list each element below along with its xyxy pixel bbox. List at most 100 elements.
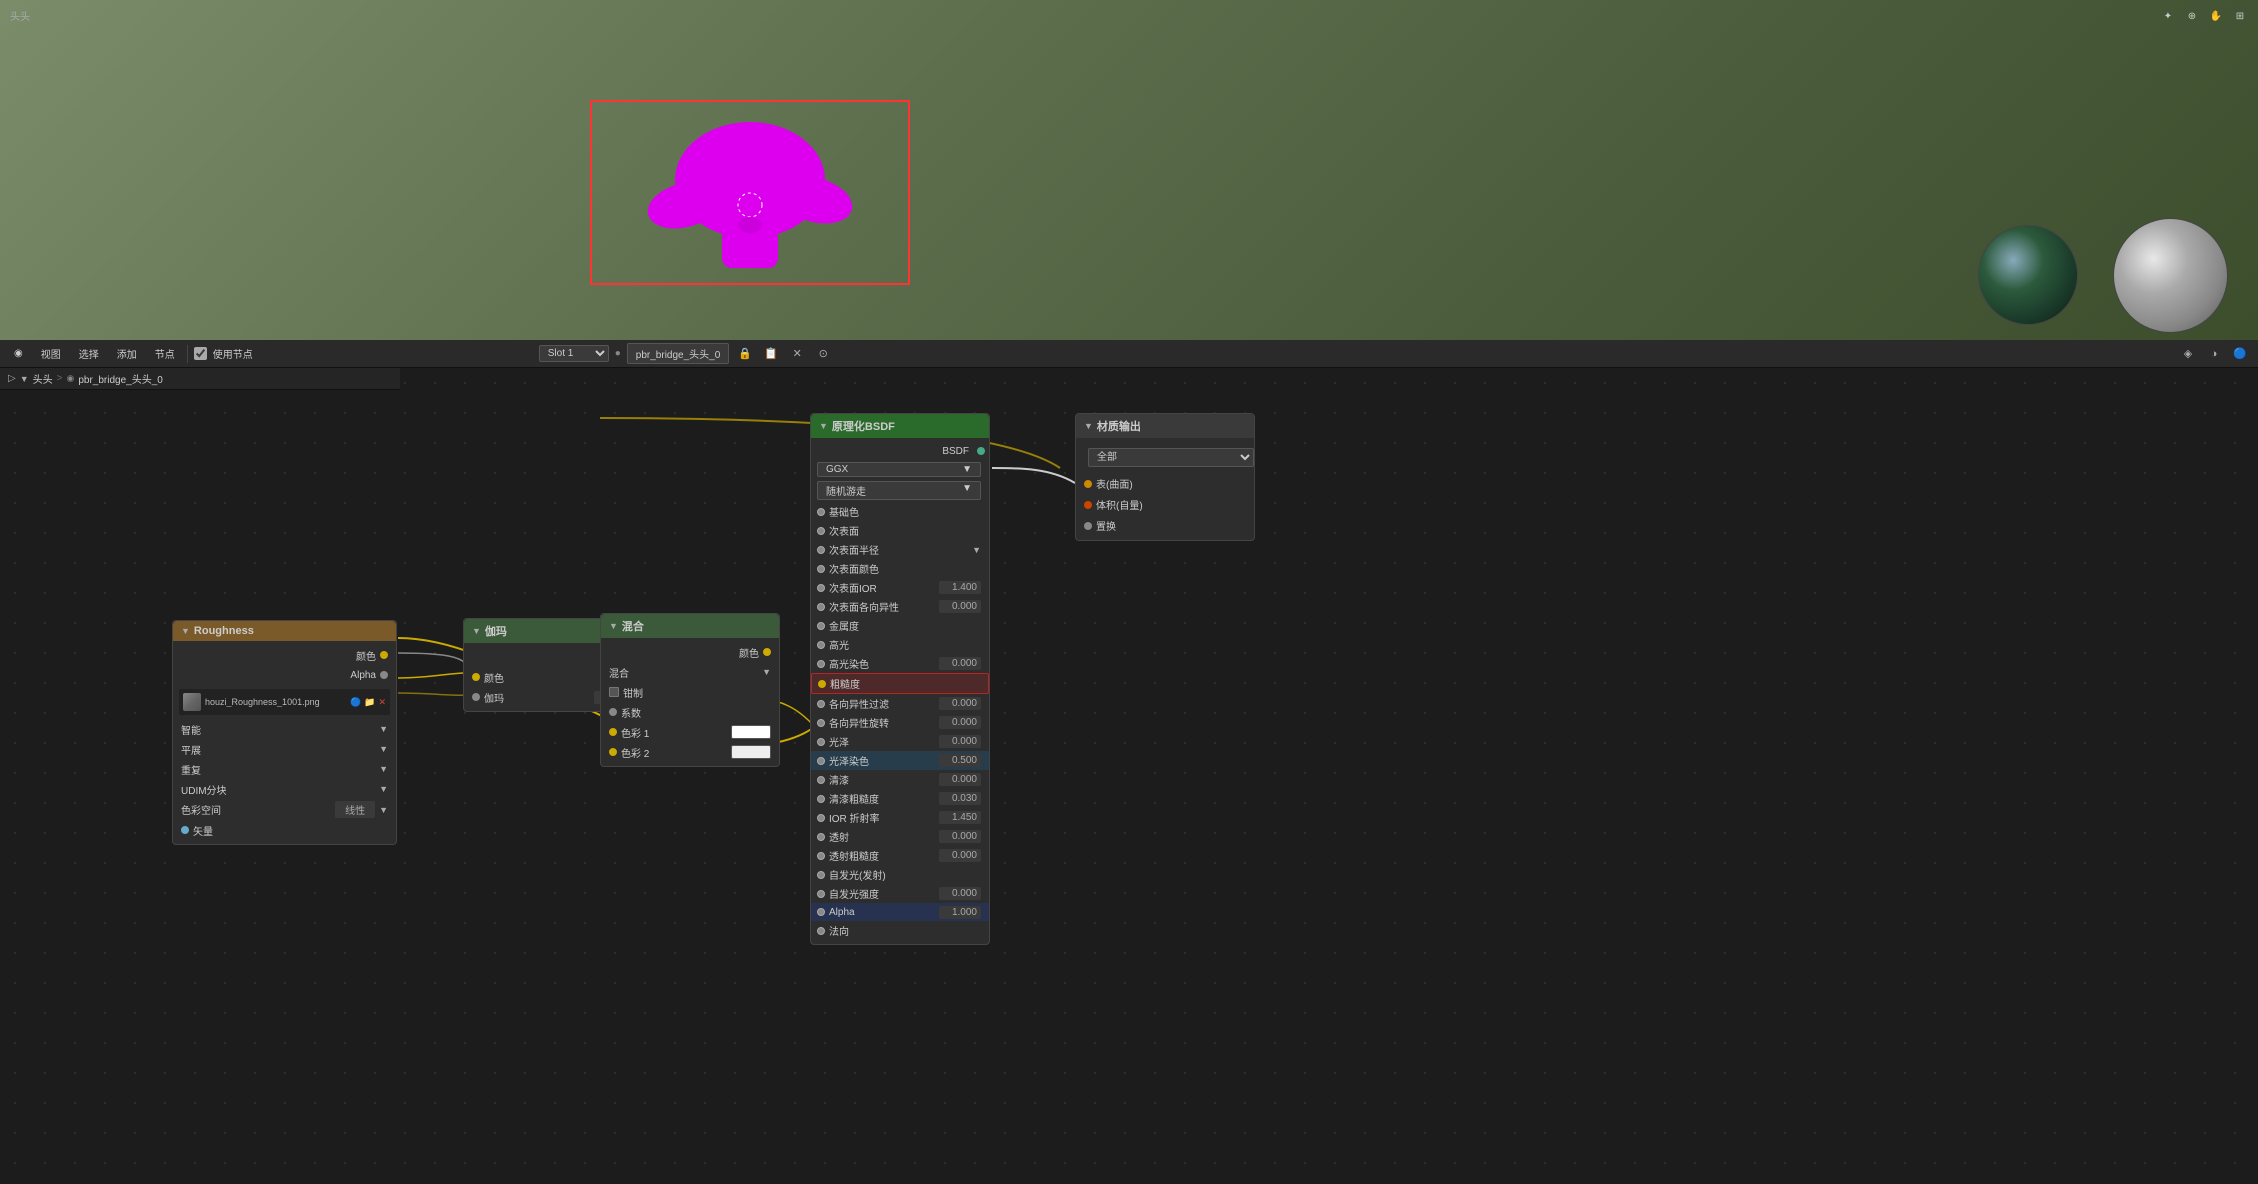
bsdf-aniso-value[interactable]: 0.000 <box>939 697 981 710</box>
roughness-collapse-arrow[interactable]: ▼ <box>181 626 190 636</box>
roughness-smart-arrow[interactable]: ▼ <box>379 724 388 734</box>
gamma-collapse-arrow[interactable]: ▼ <box>472 626 481 636</box>
bsdf-clearcoatrough-socket[interactable] <box>817 795 825 803</box>
bsdf-subsurface-socket[interactable] <box>817 527 825 535</box>
bsdf-metallic-socket[interactable] <box>817 622 825 630</box>
bsdf-sheentint-value[interactable]: 0.500 <box>939 754 981 767</box>
bsdf-roughness-socket[interactable] <box>818 680 826 688</box>
matout-volume-socket[interactable] <box>1084 501 1092 509</box>
roughness-flat-arrow[interactable]: ▼ <box>379 744 388 754</box>
bsdf-alpha-socket[interactable] <box>817 908 825 916</box>
bsdf-sheen-socket[interactable] <box>817 738 825 746</box>
toolbar-select-btn[interactable]: 选择 <box>73 344 105 363</box>
bsdf-speculartint-socket[interactable] <box>817 660 825 668</box>
sssradius-arrow[interactable]: ▼ <box>972 545 981 555</box>
material-output-header[interactable]: ▼ 材质输出 <box>1076 414 1254 438</box>
bsdf-anisorot-value[interactable]: 0.000 <box>939 716 981 729</box>
roughness-udim-arrow[interactable]: ▼ <box>379 784 388 794</box>
matout-collapse-arrow[interactable]: ▼ <box>1084 421 1093 431</box>
bsdf-ior-socket[interactable] <box>817 814 825 822</box>
bsdf-emissionstrength-value[interactable]: 0.000 <box>939 887 981 900</box>
mix-type-arrow[interactable]: ▼ <box>762 667 771 677</box>
bsdf-ior-value[interactable]: 1.450 <box>939 811 981 824</box>
mix-factor-socket[interactable] <box>609 708 617 716</box>
roughness-pin-icon[interactable]: 🔵 <box>350 697 361 708</box>
bsdf-transrough-socket[interactable] <box>817 852 825 860</box>
bsdf-sheen-value[interactable]: 0.000 <box>939 735 981 748</box>
roughness-close-icon[interactable]: ✕ <box>378 697 386 708</box>
roughness-alpha-socket[interactable] <box>380 671 388 679</box>
bsdf-sssior-socket[interactable] <box>817 584 825 592</box>
breadcrumb-head[interactable]: 头头 <box>33 371 53 386</box>
bsdf-sssaniso-value[interactable]: 0.000 <box>939 600 981 613</box>
bsdf-roughness-row[interactable]: 粗糙度 <box>811 673 989 694</box>
slot-select[interactable]: Slot 1 <box>539 345 609 362</box>
roughness-repeat-arrow[interactable]: ▼ <box>379 764 388 774</box>
viewport-icon-2[interactable]: ⊕ <box>2184 8 2200 24</box>
roughness-colorspace-arrow[interactable]: ▼ <box>379 805 388 815</box>
viewport-icon-1[interactable]: ✦ <box>2160 8 2176 24</box>
roughness-node-header[interactable]: ▼ Roughness <box>173 621 396 641</box>
overlay-btn[interactable]: ◈ <box>2178 344 2198 364</box>
bsdf-sheentint-socket[interactable] <box>817 757 825 765</box>
bsdf-normal-socket[interactable] <box>817 927 825 935</box>
lock-btn[interactable]: 🔵 <box>2230 344 2250 364</box>
bsdf-collapse-arrow[interactable]: ▼ <box>819 421 828 431</box>
gamma-value-socket[interactable] <box>472 693 480 701</box>
use-nodes-checkbox[interactable] <box>194 347 207 360</box>
matout-displace-socket[interactable] <box>1084 522 1092 530</box>
bsdf-distribution-select[interactable]: GGX ▼ <box>817 462 981 477</box>
bsdf-basecolor-socket[interactable] <box>817 508 825 516</box>
bsdf-speculartint-value[interactable]: 0.000 <box>939 657 981 670</box>
viewport-shade-btn[interactable]: ◑ <box>2204 344 2224 364</box>
bsdf-output-socket[interactable] <box>977 447 985 455</box>
toolbar-pin-btn[interactable]: 📋 <box>761 344 781 364</box>
toolbar-view-btn[interactable]: 视图 <box>35 344 67 363</box>
bsdf-ssscolor-socket[interactable] <box>817 565 825 573</box>
mix-collapse-arrow[interactable]: ▼ <box>609 621 618 631</box>
roughness-folder-icon[interactable]: 📁 <box>364 697 375 708</box>
breadcrumb-material[interactable]: pbr_bridge_头头_0 <box>78 371 163 386</box>
bsdf-transrough-value[interactable]: 0.000 <box>939 849 981 862</box>
env-sphere-material[interactable] <box>2113 218 2228 333</box>
mix-color-out-socket[interactable] <box>763 648 771 656</box>
toolbar-mode-btn[interactable]: ◉ <box>8 346 29 361</box>
bsdf-aniso-socket[interactable] <box>817 700 825 708</box>
mix-color2-socket[interactable] <box>609 748 617 756</box>
bsdf-specular-socket[interactable] <box>817 641 825 649</box>
node-canvas[interactable]: ▼ Roughness 颜色 Alpha houzi_Roughness <box>0 368 2258 1184</box>
bsdf-sssradius-socket[interactable] <box>817 546 825 554</box>
bsdf-anisorot-socket[interactable] <box>817 719 825 727</box>
toolbar-star-btn[interactable]: ⊙ <box>813 344 833 364</box>
mix-clamp-checkbox[interactable] <box>609 687 619 697</box>
env-sphere-hdri[interactable] <box>1978 225 2078 325</box>
bsdf-alpha-value[interactable]: 1.000 <box>939 906 981 919</box>
matout-surface-socket[interactable] <box>1084 480 1092 488</box>
bsdf-node-header[interactable]: ▼ 原理化BSDF <box>811 414 989 438</box>
bsdf-transmission-socket[interactable] <box>817 833 825 841</box>
mix-type-row: 混合 ▼ <box>601 662 779 682</box>
mix-node-header[interactable]: ▼ 混合 <box>601 614 779 638</box>
bsdf-sss-select[interactable]: 随机游走 ▼ <box>817 481 981 500</box>
bsdf-clearcoat-value[interactable]: 0.000 <box>939 773 981 786</box>
bsdf-clearcoat-socket[interactable] <box>817 776 825 784</box>
toolbar-save-btn[interactable]: 🔒 <box>735 344 755 364</box>
roughness-color-socket[interactable] <box>380 651 388 659</box>
toolbar-add-btn[interactable]: 添加 <box>111 344 143 363</box>
mix-color1-swatch[interactable] <box>731 725 771 739</box>
gamma-color-in-socket[interactable] <box>472 673 480 681</box>
roughness-vector-socket[interactable] <box>181 826 189 834</box>
mix-color1-socket[interactable] <box>609 728 617 736</box>
bsdf-emissionstrength-socket[interactable] <box>817 890 825 898</box>
bsdf-clearcoatrough-value[interactable]: 0.030 <box>939 792 981 805</box>
bsdf-transmission-value[interactable]: 0.000 <box>939 830 981 843</box>
bsdf-sssior-value[interactable]: 1.400 <box>939 581 981 594</box>
mix-color2-swatch[interactable] <box>731 745 771 759</box>
bsdf-sssaniso-socket[interactable] <box>817 603 825 611</box>
toolbar-node-btn[interactable]: 节点 <box>149 344 181 363</box>
matout-target-select[interactable]: 全部 <box>1088 448 1254 467</box>
toolbar-close-btn[interactable]: ✕ <box>787 344 807 364</box>
bsdf-emission-socket[interactable] <box>817 871 825 879</box>
viewport-icon-4[interactable]: ⊞ <box>2232 8 2248 24</box>
viewport-icon-3[interactable]: ✋ <box>2208 8 2224 24</box>
